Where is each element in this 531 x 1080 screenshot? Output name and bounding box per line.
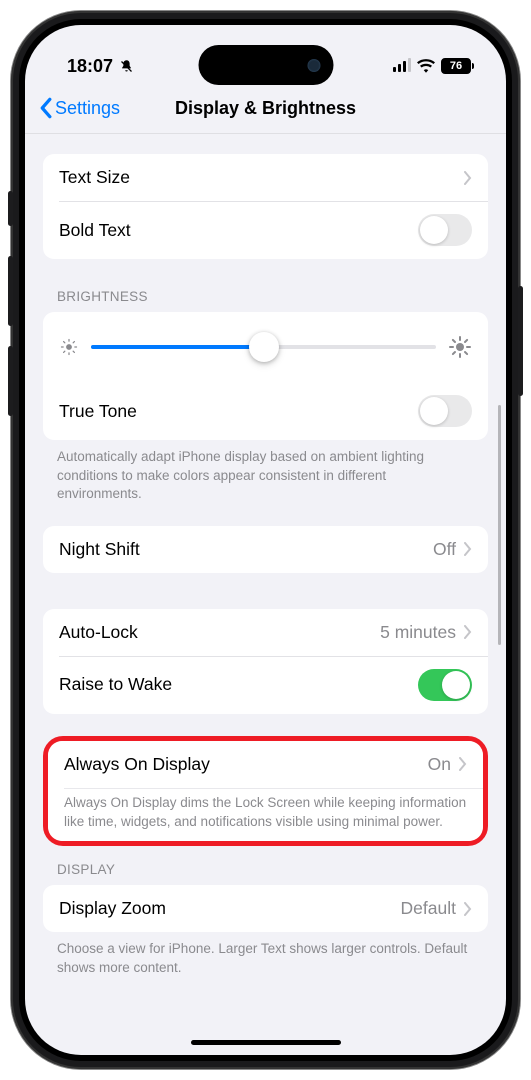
auto-lock-value: 5 minutes: [380, 622, 456, 643]
display-zoom-label: Display Zoom: [59, 898, 401, 919]
always-on-display-label: Always On Display: [64, 754, 428, 775]
home-indicator[interactable]: [191, 1040, 341, 1045]
brightness-slider[interactable]: [91, 332, 436, 362]
scroll-indicator[interactable]: [498, 405, 501, 645]
chevron-left-icon: [39, 97, 52, 119]
true-tone-toggle[interactable]: [418, 395, 472, 427]
sun-small-icon: [59, 337, 79, 357]
bold-text-label: Bold Text: [59, 220, 418, 241]
auto-lock-row[interactable]: Auto-Lock 5 minutes: [43, 609, 488, 656]
status-time: 18:07: [67, 56, 113, 77]
mute-icon: [119, 58, 134, 75]
cellular-icon: [393, 60, 411, 72]
power-button: [518, 286, 523, 396]
always-on-display-row[interactable]: Always On Display On: [48, 741, 483, 788]
screen: 18:07 76: [25, 25, 506, 1055]
night-shift-value: Off: [433, 539, 456, 560]
chevron-right-icon: [464, 542, 472, 556]
chevron-right-icon: [464, 625, 472, 639]
slider-fill: [91, 345, 264, 349]
display-header: DISPLAY: [25, 862, 506, 885]
mute-switch: [8, 191, 13, 226]
night-shift-label: Night Shift: [59, 539, 433, 560]
display-zoom-footer: Choose a view for iPhone. Larger Text sh…: [25, 932, 506, 977]
bold-text-toggle[interactable]: [418, 214, 472, 246]
slider-thumb[interactable]: [249, 332, 279, 362]
auto-lock-label: Auto-Lock: [59, 622, 380, 643]
always-on-display-footer: Always On Display dims the Lock Screen w…: [48, 788, 483, 841]
true-tone-row: True Tone: [43, 382, 488, 440]
volume-down-button: [8, 346, 13, 416]
phone-frame: 18:07 76: [11, 11, 520, 1069]
back-button[interactable]: Settings: [39, 97, 120, 119]
page-title: Display & Brightness: [175, 98, 356, 119]
brightness-header: BRIGHTNESS: [25, 289, 506, 312]
raise-to-wake-label: Raise to Wake: [59, 674, 418, 695]
chevron-right-icon: [459, 757, 467, 771]
display-zoom-value: Default: [401, 898, 456, 919]
battery-icon: 76: [441, 58, 474, 74]
raise-to-wake-toggle[interactable]: [418, 669, 472, 701]
chevron-right-icon: [464, 902, 472, 916]
display-zoom-row[interactable]: Display Zoom Default: [43, 885, 488, 932]
chevron-right-icon: [464, 171, 472, 185]
wifi-icon: [417, 59, 435, 73]
highlight-annotation: Always On Display On Always On Display d…: [43, 736, 488, 846]
night-shift-row[interactable]: Night Shift Off: [43, 526, 488, 573]
dynamic-island: [198, 45, 333, 85]
volume-up-button: [8, 256, 13, 326]
sun-large-icon: [448, 335, 472, 359]
true-tone-footer: Automatically adapt iPhone display based…: [25, 440, 506, 504]
text-size-label: Text Size: [59, 167, 464, 188]
always-on-display-value: On: [428, 754, 451, 775]
front-camera: [307, 59, 320, 72]
true-tone-label: True Tone: [59, 401, 418, 422]
raise-to-wake-row: Raise to Wake: [43, 656, 488, 714]
text-size-row[interactable]: Text Size: [43, 154, 488, 201]
navigation-bar: Settings Display & Brightness: [25, 85, 506, 134]
back-label: Settings: [55, 98, 120, 119]
bold-text-row: Bold Text: [43, 201, 488, 259]
brightness-slider-row: [43, 312, 488, 382]
